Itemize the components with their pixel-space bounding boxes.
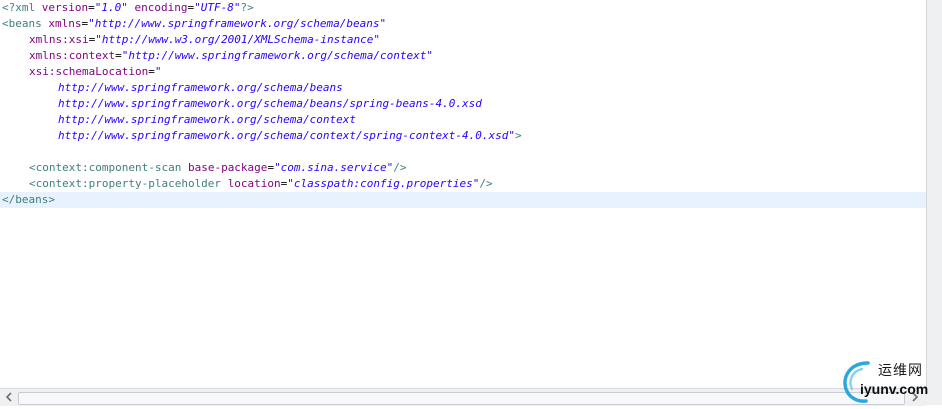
code-token: "http://www.springframework.org/schema/c… <box>121 49 433 62</box>
code-token: xmlns:context <box>29 49 116 62</box>
code-token: http://www.springframework.org/schema/be… <box>58 97 482 110</box>
xml-editor[interactable]: <?xml version="1.0" encoding="UTF-8"?> <… <box>0 0 926 388</box>
code-token: xsi:schemaLocation <box>29 65 149 78</box>
code-token: " <box>154 65 162 78</box>
horizontal-scrollbar[interactable] <box>0 388 926 406</box>
code-token: xmlns:xsi <box>29 33 89 46</box>
code-line-11[interactable]: <context:component-scan base-package="co… <box>0 160 926 176</box>
code-token: base-package <box>187 161 268 174</box>
code-token: /> <box>393 161 407 174</box>
code-token: /> <box>479 177 493 190</box>
vertical-scrollbar[interactable] <box>926 0 942 388</box>
code-token: <?xml <box>2 1 42 14</box>
code-token: "1.0" <box>94 1 128 14</box>
watermark-cn-text: 运维网 <box>878 363 923 379</box>
code-token: = <box>148 65 155 78</box>
code-token: = <box>115 49 122 62</box>
code-token: ?> <box>240 1 254 14</box>
code-token: location <box>227 177 281 190</box>
code-line-1[interactable]: <?xml version="1.0" encoding="UTF-8"?> <box>0 0 926 16</box>
code-line-7[interactable]: http://www.springframework.org/schema/be… <box>0 96 926 112</box>
code-line-4[interactable]: xmlns:context="http://www.springframewor… <box>0 48 926 64</box>
code-token: "com.sina.service" <box>274 161 394 174</box>
code-token: > <box>514 129 522 142</box>
code-token: <context:component-scan <box>29 161 188 174</box>
code-token: "http://www.w3.org/2001/XMLSchema-instan… <box>95 33 381 46</box>
code-token: http://www.springframework.org/schema/co… <box>58 113 357 126</box>
code-token: </beans> <box>2 193 55 206</box>
code-line-12[interactable]: <context:property-placeholder location="… <box>0 176 926 192</box>
code-token: <beans <box>2 17 49 30</box>
code-token: <context:property-placeholder <box>29 177 228 190</box>
code-token: "UTF-8" <box>194 1 241 14</box>
code-token: http://www.springframework.org/schema/co… <box>58 129 515 142</box>
code-token: "http://www.springframework.org/schema/b… <box>88 17 387 30</box>
chevron-left-icon[interactable] <box>2 390 16 404</box>
code-line-5[interactable]: xsi:schemaLocation=" <box>0 64 926 80</box>
code-line-9[interactable]: http://www.springframework.org/schema/co… <box>0 128 926 144</box>
code-token: xmlns <box>48 17 82 30</box>
horizontal-scroll-thumb[interactable] <box>18 392 905 405</box>
code-token: encoding <box>134 1 188 14</box>
code-line-8[interactable]: http://www.springframework.org/schema/co… <box>0 112 926 128</box>
code-line-6[interactable]: http://www.springframework.org/schema/be… <box>0 80 926 96</box>
code-line-10[interactable] <box>0 144 926 160</box>
code-token: "classpath:config.properties" <box>287 177 480 190</box>
code-token: http://www.springframework.org/schema/be… <box>58 81 343 94</box>
code-line-13-current[interactable]: </beans> <box>0 192 926 208</box>
watermark-en-text: iyunv.com <box>860 381 929 397</box>
code-line-3[interactable]: xmlns:xsi="http://www.w3.org/2001/XMLSch… <box>0 32 926 48</box>
code-token: = <box>88 1 95 14</box>
code-token: version <box>41 1 89 14</box>
watermark: 运维网 iyunv.com <box>838 357 942 405</box>
code-line-2[interactable]: <beans xmlns="http://www.springframework… <box>0 16 926 32</box>
